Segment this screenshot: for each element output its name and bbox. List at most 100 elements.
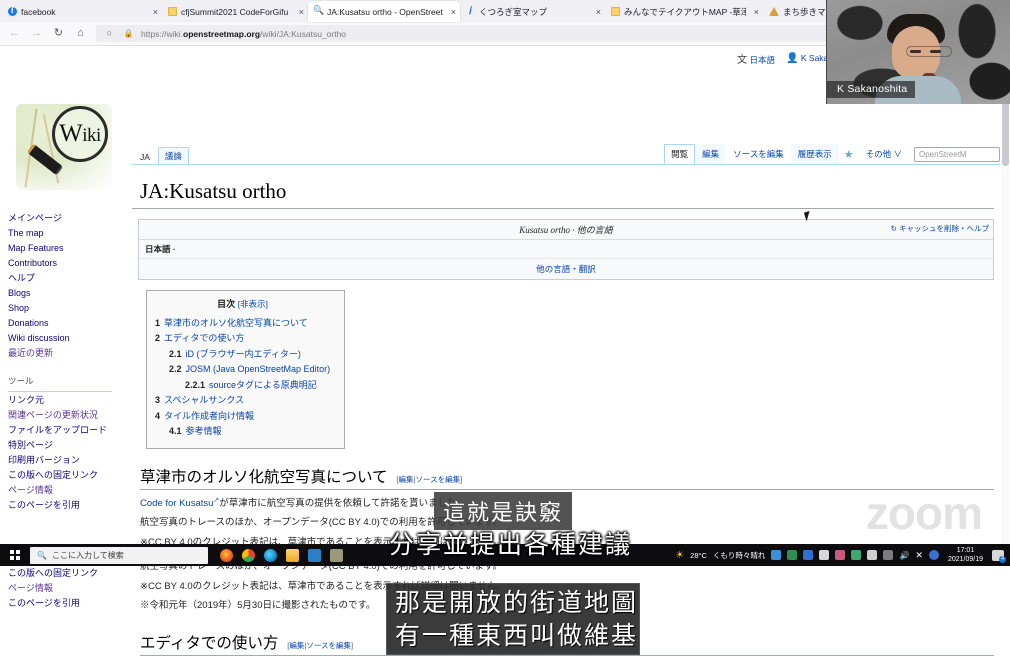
toc-entry[interactable]: 2.1 iD (ブラウザー内エディター) xyxy=(155,347,330,363)
watch-star-icon[interactable]: ★ xyxy=(839,148,859,161)
sidebar-item-main-page[interactable]: メインページ xyxy=(8,211,126,226)
sidebar-item-shop[interactable]: Shop xyxy=(8,301,126,316)
excel-icon[interactable] xyxy=(787,550,798,560)
sidebar-tool-permanent-link[interactable]: この版への固定リンク xyxy=(8,468,126,483)
tab-edit[interactable]: 編集 xyxy=(695,144,727,164)
browser-tab-facebook[interactable]: facebook × xyxy=(2,1,162,22)
tab-discussion[interactable]: 議論 xyxy=(157,147,189,164)
taskbar-search-input[interactable]: 🔍 ここに入力して検索 xyxy=(30,546,208,564)
toc-link[interactable]: JOSM (Java OpenStreetMap Editor) xyxy=(186,364,331,374)
sidebar-tool-printable-version[interactable]: 印刷用バージョン xyxy=(8,453,126,468)
cloud-icon[interactable] xyxy=(867,550,878,560)
tab-read[interactable]: 閲覧 xyxy=(664,144,696,164)
mic-icon[interactable] xyxy=(819,550,830,560)
edit-link[interactable]: 編集 xyxy=(289,641,304,650)
zoom-video-thumbnail[interactable]: K Sakanoshita xyxy=(826,0,1010,104)
reload-icon[interactable]: ↻ xyxy=(52,28,65,39)
taskbar-clock[interactable]: 17:01 2021/09/19 xyxy=(945,546,986,564)
volume-icon[interactable]: 🔊 xyxy=(899,551,909,560)
sidebar-item-donations[interactable]: Donations xyxy=(8,316,126,331)
app-icon[interactable] xyxy=(330,548,343,562)
tab-edit-source[interactable]: ソースを編集 xyxy=(726,144,791,164)
edit-source-link[interactable]: ソースを編集 xyxy=(415,475,460,484)
tab-close-icon[interactable]: × xyxy=(149,7,158,17)
toc-number: 2.1 xyxy=(169,348,182,359)
tab-ja[interactable]: JA xyxy=(134,150,156,164)
mail-icon[interactable] xyxy=(803,550,814,560)
toc-number: 2 xyxy=(155,333,161,343)
sidebar-tool-page-information-dup[interactable]: ページ情報 xyxy=(8,581,126,596)
sidebar-item-blogs[interactable]: Blogs xyxy=(8,286,126,301)
personal-lang-link[interactable]: 日本語 xyxy=(750,55,776,65)
sidebar-tool-cite-this-page-dup[interactable]: このページを引用 xyxy=(8,596,126,611)
tab-close-icon[interactable]: × xyxy=(447,7,456,17)
toc-link[interactable]: 草津市のオルソ化航空写真について xyxy=(164,318,308,328)
bluetooth-icon[interactable] xyxy=(835,550,846,560)
toc-link[interactable]: iD (ブラウザー内エディター) xyxy=(186,349,301,359)
weather-icon[interactable]: ☀ xyxy=(675,550,684,561)
edit-link[interactable]: 編集 xyxy=(399,475,414,484)
chat-icon[interactable] xyxy=(883,550,894,560)
tab-close-icon[interactable]: × xyxy=(592,7,601,17)
network-icon[interactable] xyxy=(851,550,862,560)
onedrive-icon[interactable] xyxy=(771,550,782,560)
toc-link[interactable]: エディタでの使い方 xyxy=(164,333,244,343)
circle-icon[interactable] xyxy=(928,550,939,560)
illustrator-icon: 𝑖 xyxy=(469,6,472,17)
page-scrollbar[interactable] xyxy=(1001,46,1010,546)
toc-entry[interactable]: 2.2.1 sourceタグによる原典明記 xyxy=(155,378,330,394)
langbox-footer-link[interactable]: 他の言語・翻訳 xyxy=(139,259,993,279)
sidebar-tool-what-links-here[interactable]: リンク元 xyxy=(8,393,126,408)
address-bar[interactable]: ○ 🔒 https://wiki. openstreetmap.org/wiki/… xyxy=(96,25,911,42)
sidebar-item-contributors[interactable]: Contributors xyxy=(8,256,126,271)
toc-toggle[interactable]: [非表示] xyxy=(238,299,268,309)
toc-entry[interactable]: 4.1 参考情報 xyxy=(155,424,330,440)
edge-icon[interactable] xyxy=(264,548,277,562)
sidebar-tool-permanent-link-dup[interactable]: この版への固定リンク xyxy=(8,566,126,581)
edit-source-link[interactable]: ソースを編集 xyxy=(306,641,351,650)
home-icon[interactable]: ⌂ xyxy=(74,28,87,39)
tab-close-icon[interactable]: × xyxy=(295,7,304,17)
tab-history[interactable]: 履歴表示 xyxy=(790,144,839,164)
toc-link[interactable]: スペシャルサンクス xyxy=(164,395,244,405)
shield-icon[interactable]: ○ xyxy=(103,29,116,38)
wiki-search-input[interactable]: OpenStreetM xyxy=(914,146,1000,162)
chrome-icon[interactable] xyxy=(242,548,255,562)
toc-entry[interactable]: 1 草津市のオルソ化航空写真について xyxy=(155,316,330,332)
toc-entry[interactable]: 2 エディタでの使い方 xyxy=(155,331,330,347)
sidebar-tool-cite-this-page[interactable]: このページを引用 xyxy=(8,498,126,513)
forward-icon[interactable]: → xyxy=(30,28,43,39)
sidebar-item-the-map[interactable]: The map xyxy=(8,226,126,241)
code-for-kusatsu-link[interactable]: Code for Kusatsu xyxy=(140,498,219,509)
firefox-icon[interactable] xyxy=(220,548,233,562)
toc-entry[interactable]: 2.2 JOSM (Java OpenStreetMap Editor) xyxy=(155,362,330,378)
sidebar-item-wiki-discussion[interactable]: Wiki discussion xyxy=(8,331,126,346)
sidebar-tool-special-pages[interactable]: 特別ページ xyxy=(8,438,126,453)
vscode-icon[interactable] xyxy=(308,548,321,562)
osm-wiki-logo[interactable]: Wiki xyxy=(14,98,114,194)
close-icon[interactable]: ✕ xyxy=(915,550,923,561)
toc-link[interactable]: 参考情報 xyxy=(186,426,222,436)
sidebar-tool-related-changes[interactable]: 関連ページの更新状況 xyxy=(8,408,126,423)
back-icon[interactable]: ← xyxy=(8,28,21,39)
sidebar-item-help[interactable]: ヘルプ xyxy=(8,271,126,286)
browser-tab-kutsurogi[interactable]: 𝑖 くつろぎ室マップ × xyxy=(460,1,605,22)
toc-link[interactable]: タイル作成者向け情報 xyxy=(164,411,254,421)
purge-cache-link[interactable]: ↻ キャッシュを削除・ヘルプ xyxy=(891,223,989,234)
browser-tab-cfjsummit[interactable]: cfjSummit2021 CodeForGifu × xyxy=(162,1,308,22)
tab-more[interactable]: その他 ∨ xyxy=(859,144,909,164)
toc-entry[interactable]: 3 スペシャルサンクス xyxy=(155,393,330,409)
sidebar-item-map-features[interactable]: Map Features xyxy=(8,241,126,256)
toc-link[interactable]: sourceタグによる原典明記 xyxy=(209,380,317,390)
sidebar-item-recent-changes[interactable]: 最近の更新 xyxy=(8,346,126,361)
sidebar-tool-page-information[interactable]: ページ情報 xyxy=(8,483,126,498)
sidebar-tool-upload-file[interactable]: ファイルをアップロード xyxy=(8,423,126,438)
toc-entry[interactable]: 4 タイル作成者向け情報 xyxy=(155,409,330,425)
subtitle-line-2: 分享並提出各種建議 xyxy=(389,530,633,559)
start-button[interactable] xyxy=(0,544,30,566)
file-explorer-icon[interactable] xyxy=(286,548,299,562)
notification-center-icon[interactable]: 4 xyxy=(992,549,1006,563)
tab-close-icon[interactable]: × xyxy=(750,7,759,17)
browser-tab-takeout-map[interactable]: みんなでテイクアウトMAP -草津市- × xyxy=(605,1,763,22)
browser-tab-kusatsu-ortho[interactable]: JA:Kusatsu ortho - OpenStreetM × xyxy=(308,1,460,22)
